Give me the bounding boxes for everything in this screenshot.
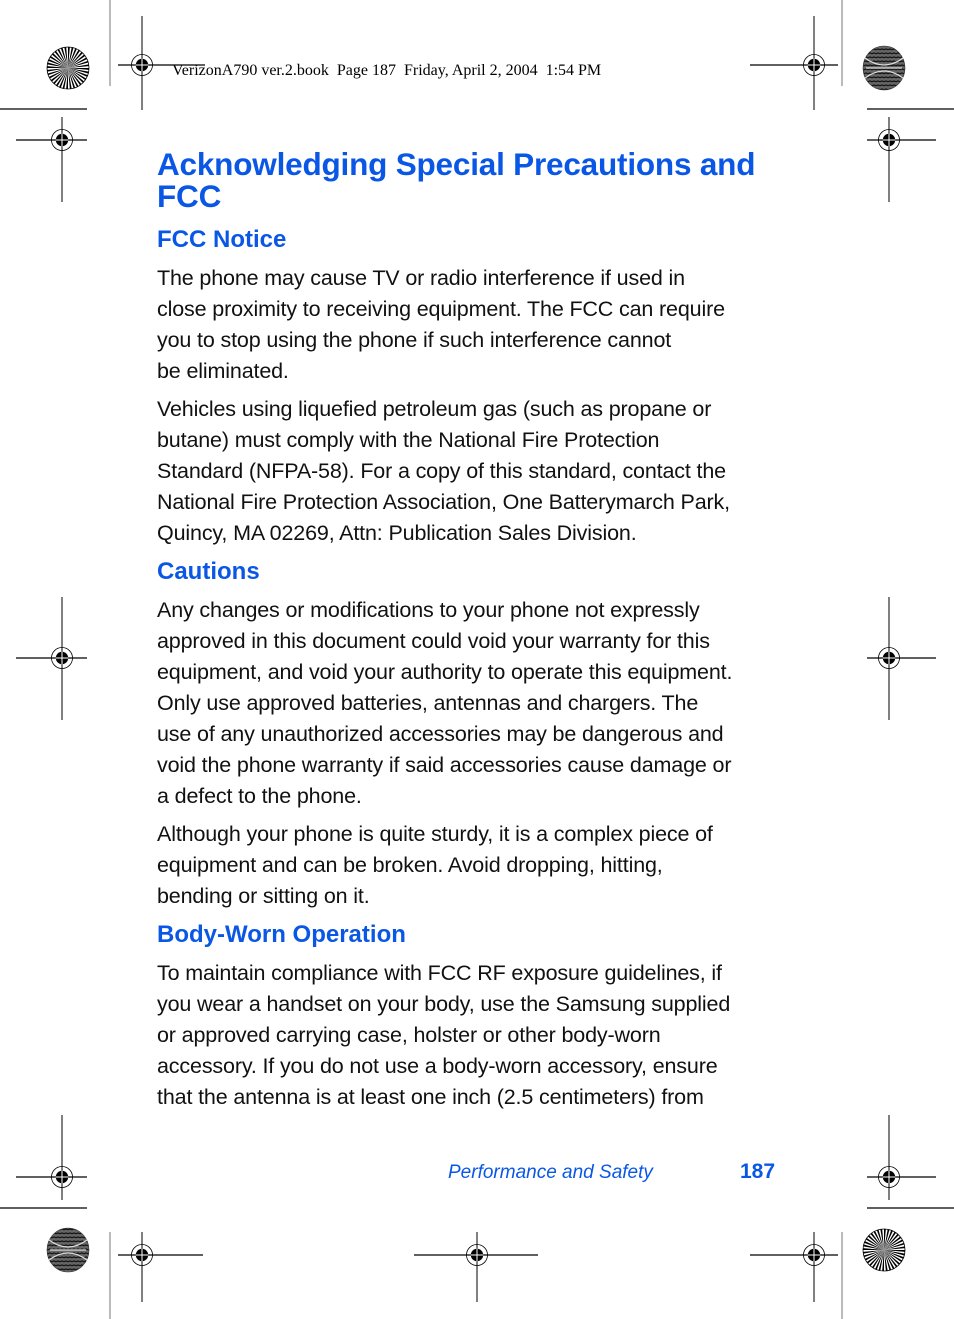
paragraph: To maintain compliance with FCC RF expos… [157,961,731,1109]
page-title: Acknowledging Special Precautions and FC… [157,148,787,212]
section-heading-cautions: Cautions [157,558,260,585]
starburst-target-icon [862,1228,906,1272]
page-title-line: Acknowledging Special Precautions and [157,146,756,182]
running-head: VerizonA790 ver.2.book Page 187 Friday, … [172,62,602,79]
page-title-line: FCC [157,178,222,214]
registration-crosshair-icon [750,16,838,110]
registration-crosshair-icon [16,1115,87,1200]
registration-crosshair-icon [414,1232,538,1302]
registration-crosshair-icon [867,1115,936,1200]
main-content: Acknowledging Special Precautions and FC… [157,148,787,1113]
registration-crosshair-icon [16,117,87,202]
starburst-target-icon [46,46,90,90]
footer-section-name: Performance and Safety [448,1162,653,1183]
paragraph: Any changes or modifications to your pho… [157,598,733,808]
registration-crosshair-icon [750,1232,838,1302]
registration-crosshair-icon [867,597,936,720]
moire-target-icon [862,45,906,91]
registration-crosshair-icon [16,597,87,720]
registration-crosshair-icon [867,117,936,202]
paragraph: Although your phone is quite sturdy, it … [157,822,713,908]
document-page: VerizonA790 ver.2.book Page 187 Friday, … [0,0,954,1319]
section-heading-body-worn-operation: Body-Worn Operation [157,921,406,948]
moire-target-icon [46,1227,90,1273]
page-number: 187 [740,1160,776,1183]
section-heading-fcc-notice: FCC Notice [157,226,287,253]
paragraph: Vehicles using liquefied petroleum gas (… [157,397,730,545]
registration-crosshair-icon [118,1232,203,1302]
paragraph: The phone may cause TV or radio interfer… [157,266,725,383]
